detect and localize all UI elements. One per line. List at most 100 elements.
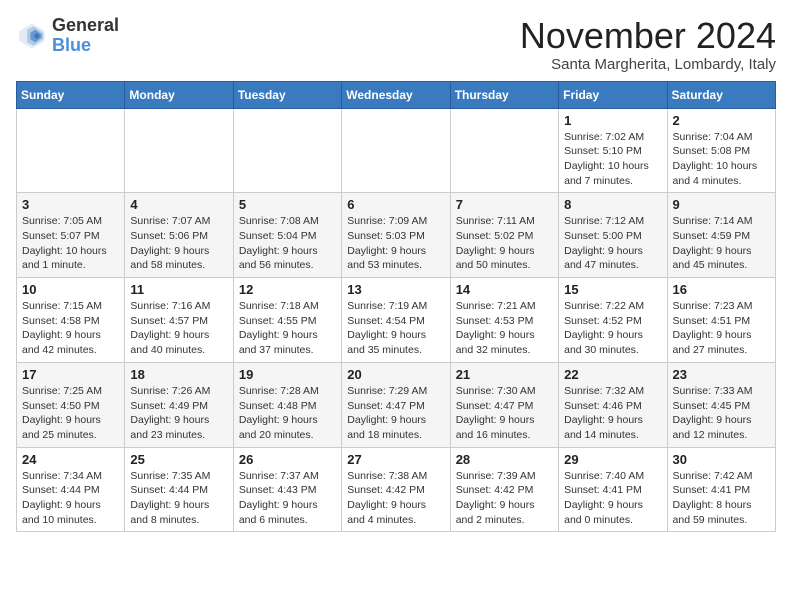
weekday-header-wednesday: Wednesday (342, 81, 450, 108)
weekday-header-thursday: Thursday (450, 81, 558, 108)
day-number: 1 (564, 113, 661, 128)
calendar-cell: 10 Sunrise: 7:15 AM Sunset: 4:58 PM Dayli… (17, 278, 125, 363)
day-info: Sunrise: 7:26 AM Sunset: 4:49 PM Dayligh… (130, 384, 227, 443)
day-info: Sunrise: 7:05 AM Sunset: 5:07 PM Dayligh… (22, 214, 119, 273)
day-number: 29 (564, 452, 661, 467)
calendar-cell: 7Sunrise: 7:11 AM Sunset: 5:02 PM Daylig… (450, 193, 558, 278)
calendar-cell (450, 108, 558, 193)
weekday-header-tuesday: Tuesday (233, 81, 341, 108)
day-info: Sunrise: 7:14 AM Sunset: 4:59 PM Dayligh… (673, 214, 770, 273)
logo: General Blue (16, 16, 119, 56)
day-number: 16 (673, 282, 770, 297)
calendar-cell: 12Sunrise: 7:18 AM Sunset: 4:55 PM Dayli… (233, 278, 341, 363)
calendar-cell: 24Sunrise: 7:34 AM Sunset: 4:44 PM Dayli… (17, 447, 125, 532)
day-number: 11 (130, 282, 227, 297)
day-info: Sunrise: 7:09 AM Sunset: 5:03 PM Dayligh… (347, 214, 444, 273)
logo-text: General Blue (52, 16, 119, 56)
day-number: 24 (22, 452, 119, 467)
day-info: Sunrise: 7:08 AM Sunset: 5:04 PM Dayligh… (239, 214, 336, 273)
day-info: Sunrise: 7:15 AM Sunset: 4:58 PM Dayligh… (22, 299, 119, 358)
calendar-week-1: 1 Sunrise: 7:02 AM Sunset: 5:10 PM Daylig… (17, 108, 776, 193)
calendar-cell: 25 Sunrise: 7:35 AM Sunset: 4:44 PM Dayli… (125, 447, 233, 532)
calendar-cell: 5Sunrise: 7:08 AM Sunset: 5:04 PM Daylig… (233, 193, 341, 278)
day-number: 4 (130, 197, 227, 212)
calendar-cell: 4 Sunrise: 7:07 AM Sunset: 5:06 PM Daylig… (125, 193, 233, 278)
calendar-cell: 13Sunrise: 7:19 AM Sunset: 4:54 PM Dayli… (342, 278, 450, 363)
calendar-cell (233, 108, 341, 193)
calendar-cell: 18 Sunrise: 7:26 AM Sunset: 4:49 PM Dayli… (125, 362, 233, 447)
day-number: 25 (130, 452, 227, 467)
calendar-cell: 11 Sunrise: 7:16 AM Sunset: 4:57 PM Dayli… (125, 278, 233, 363)
day-info: Sunrise: 7:37 AM Sunset: 4:43 PM Dayligh… (239, 469, 336, 528)
day-info: Sunrise: 7:19 AM Sunset: 4:54 PM Dayligh… (347, 299, 444, 358)
logo-icon (16, 20, 48, 52)
day-info: Sunrise: 7:18 AM Sunset: 4:55 PM Dayligh… (239, 299, 336, 358)
calendar-table: SundayMondayTuesdayWednesdayThursdayFrid… (16, 81, 776, 533)
month-title: November 2024 (520, 16, 776, 56)
page-header: General Blue November 2024 Santa Margher… (16, 16, 776, 73)
calendar-cell: 14 Sunrise: 7:21 AM Sunset: 4:53 PM Dayli… (450, 278, 558, 363)
day-number: 30 (673, 452, 770, 467)
day-number: 22 (564, 367, 661, 382)
day-info: Sunrise: 7:02 AM Sunset: 5:10 PM Dayligh… (564, 130, 661, 189)
calendar-cell: 21Sunrise: 7:30 AM Sunset: 4:47 PM Dayli… (450, 362, 558, 447)
day-number: 3 (22, 197, 119, 212)
calendar-week-4: 17 Sunrise: 7:25 AM Sunset: 4:50 PM Dayli… (17, 362, 776, 447)
day-number: 9 (673, 197, 770, 212)
day-info: Sunrise: 7:21 AM Sunset: 4:53 PM Dayligh… (456, 299, 553, 358)
day-info: Sunrise: 7:07 AM Sunset: 5:06 PM Dayligh… (130, 214, 227, 273)
weekday-header-saturday: Saturday (667, 81, 775, 108)
calendar-cell: 6 Sunrise: 7:09 AM Sunset: 5:03 PM Daylig… (342, 193, 450, 278)
calendar-cell: 20Sunrise: 7:29 AM Sunset: 4:47 PM Dayli… (342, 362, 450, 447)
calendar-cell: 22 Sunrise: 7:32 AM Sunset: 4:46 PM Dayli… (559, 362, 667, 447)
calendar-cell: 2Sunrise: 7:04 AM Sunset: 5:08 PM Daylig… (667, 108, 775, 193)
location: Santa Margherita, Lombardy, Italy (520, 56, 776, 73)
day-number: 6 (347, 197, 444, 212)
day-info: Sunrise: 7:33 AM Sunset: 4:45 PM Dayligh… (673, 384, 770, 443)
day-number: 20 (347, 367, 444, 382)
calendar-cell: 3 Sunrise: 7:05 AM Sunset: 5:07 PM Daylig… (17, 193, 125, 278)
day-info: Sunrise: 7:12 AM Sunset: 5:00 PM Dayligh… (564, 214, 661, 273)
logo-general: General (52, 15, 119, 35)
calendar-cell: 19 Sunrise: 7:28 AM Sunset: 4:48 PM Dayli… (233, 362, 341, 447)
day-info: Sunrise: 7:38 AM Sunset: 4:42 PM Dayligh… (347, 469, 444, 528)
day-number: 23 (673, 367, 770, 382)
weekday-header-row: SundayMondayTuesdayWednesdayThursdayFrid… (17, 81, 776, 108)
day-info: Sunrise: 7:35 AM Sunset: 4:44 PM Dayligh… (130, 469, 227, 528)
logo-blue: Blue (52, 35, 91, 55)
calendar-week-2: 3 Sunrise: 7:05 AM Sunset: 5:07 PM Daylig… (17, 193, 776, 278)
day-info: Sunrise: 7:39 AM Sunset: 4:42 PM Dayligh… (456, 469, 553, 528)
day-number: 17 (22, 367, 119, 382)
calendar-cell: 9 Sunrise: 7:14 AM Sunset: 4:59 PM Daylig… (667, 193, 775, 278)
calendar-cell: 15Sunrise: 7:22 AM Sunset: 4:52 PM Dayli… (559, 278, 667, 363)
day-number: 15 (564, 282, 661, 297)
calendar-cell: 30 Sunrise: 7:42 AM Sunset: 4:41 PM Dayli… (667, 447, 775, 532)
day-number: 10 (22, 282, 119, 297)
day-number: 7 (456, 197, 553, 212)
calendar-cell: 28 Sunrise: 7:39 AM Sunset: 4:42 PM Dayli… (450, 447, 558, 532)
day-number: 8 (564, 197, 661, 212)
day-number: 2 (673, 113, 770, 128)
calendar-cell: 26Sunrise: 7:37 AM Sunset: 4:43 PM Dayli… (233, 447, 341, 532)
day-info: Sunrise: 7:28 AM Sunset: 4:48 PM Dayligh… (239, 384, 336, 443)
calendar-cell: 16Sunrise: 7:23 AM Sunset: 4:51 PM Dayli… (667, 278, 775, 363)
calendar-cell (342, 108, 450, 193)
calendar-week-5: 24Sunrise: 7:34 AM Sunset: 4:44 PM Dayli… (17, 447, 776, 532)
title-area: November 2024 Santa Margherita, Lombardy… (520, 16, 776, 73)
calendar-cell: 23 Sunrise: 7:33 AM Sunset: 4:45 PM Dayli… (667, 362, 775, 447)
weekday-header-monday: Monday (125, 81, 233, 108)
day-info: Sunrise: 7:25 AM Sunset: 4:50 PM Dayligh… (22, 384, 119, 443)
day-info: Sunrise: 7:40 AM Sunset: 4:41 PM Dayligh… (564, 469, 661, 528)
day-number: 19 (239, 367, 336, 382)
day-number: 28 (456, 452, 553, 467)
day-number: 14 (456, 282, 553, 297)
calendar-cell (17, 108, 125, 193)
weekday-header-friday: Friday (559, 81, 667, 108)
calendar-cell: 29 Sunrise: 7:40 AM Sunset: 4:41 PM Dayli… (559, 447, 667, 532)
calendar-cell: 8 Sunrise: 7:12 AM Sunset: 5:00 PM Daylig… (559, 193, 667, 278)
day-info: Sunrise: 7:32 AM Sunset: 4:46 PM Dayligh… (564, 384, 661, 443)
calendar-cell: 1 Sunrise: 7:02 AM Sunset: 5:10 PM Daylig… (559, 108, 667, 193)
day-info: Sunrise: 7:42 AM Sunset: 4:41 PM Dayligh… (673, 469, 770, 528)
day-info: Sunrise: 7:16 AM Sunset: 4:57 PM Dayligh… (130, 299, 227, 358)
day-number: 18 (130, 367, 227, 382)
